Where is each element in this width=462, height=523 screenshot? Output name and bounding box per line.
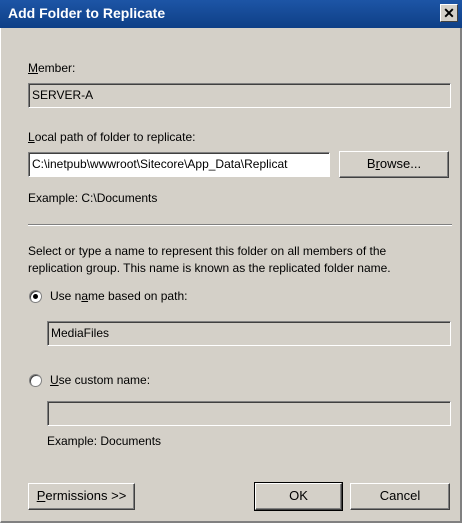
close-button[interactable]: ✕	[440, 4, 458, 22]
description-line-2: replication group. This name is known as…	[28, 261, 391, 275]
description-line-1: Select or type a name to represent this …	[28, 244, 387, 258]
ok-button[interactable]: OK	[254, 482, 343, 511]
custom-name-example: Example: Documents	[47, 434, 162, 448]
radio-selected-dot	[33, 294, 38, 299]
title-bar: Add Folder to Replicate ✕	[0, 0, 462, 28]
custom-name-label[interactable]: Use custom name:	[50, 373, 150, 387]
radio-name-based-on-path[interactable]	[29, 290, 42, 303]
local-path-input[interactable]: C:\inetpub\wwwroot\Sitecore\App_Data\Rep…	[28, 152, 330, 177]
custom-name-input[interactable]	[47, 401, 451, 426]
separator	[28, 224, 452, 226]
window-title: Add Folder to Replicate	[8, 5, 166, 21]
name-based-on-path-label[interactable]: Use name based on path:	[50, 289, 187, 303]
cancel-button[interactable]: Cancel	[350, 483, 450, 510]
local-path-label: Local path of folder to replicate:	[28, 130, 196, 144]
member-field: SERVER-A	[28, 83, 451, 108]
path-based-name-field: MediaFiles	[47, 321, 451, 346]
member-label: Member:	[28, 61, 76, 75]
permissions-button[interactable]: Permissions >>	[28, 483, 135, 510]
radio-custom-name[interactable]	[29, 374, 42, 387]
browse-button[interactable]: Browse...	[339, 151, 449, 178]
close-icon: ✕	[443, 5, 455, 21]
local-path-example: Example: C:\Documents	[28, 191, 158, 205]
